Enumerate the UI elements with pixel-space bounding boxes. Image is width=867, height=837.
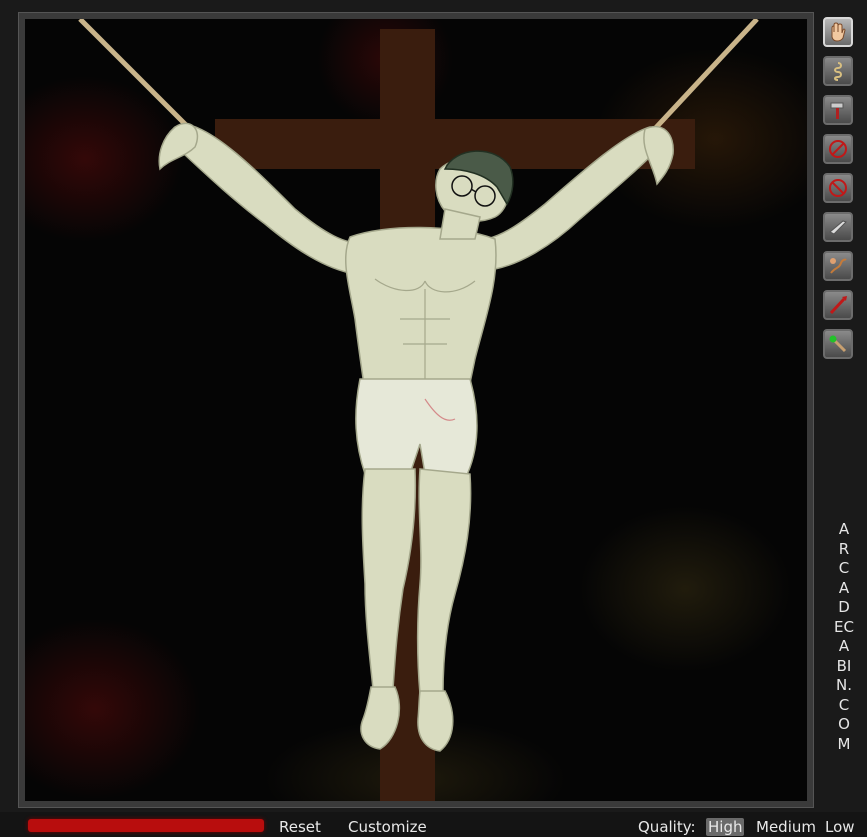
quality-medium-option[interactable]: Medium [756, 818, 816, 836]
tool-whip[interactable] [823, 251, 853, 281]
rope-coil-icon [834, 62, 842, 81]
tool-wand[interactable] [823, 329, 853, 359]
game-frame [18, 12, 814, 808]
no-spike-icon [829, 179, 847, 197]
magic-wand-icon [829, 335, 847, 353]
right-rope [648, 19, 759, 136]
reset-button[interactable]: Reset [279, 818, 321, 836]
whip-icon [830, 258, 847, 274]
tool-spike-disabled[interactable] [823, 173, 853, 203]
tool-hand[interactable] [823, 17, 853, 47]
tool-spear[interactable] [823, 290, 853, 320]
tool-panel [823, 17, 859, 368]
right-foot [417, 690, 454, 752]
tool-knife[interactable] [823, 212, 853, 242]
tool-hammer[interactable] [823, 95, 853, 125]
quality-label: Quality: [638, 818, 696, 836]
knife-icon [829, 220, 847, 235]
game-canvas[interactable] [25, 19, 807, 801]
no-nail-icon [829, 140, 847, 158]
red-spear-icon [829, 296, 847, 315]
sponsor-banner[interactable] [28, 819, 264, 832]
tool-nail-disabled[interactable] [823, 134, 853, 164]
site-watermark: ARCADECABIN.COM [834, 520, 854, 753]
hand-icon [831, 22, 846, 42]
right-leg [417, 468, 472, 695]
tool-rope[interactable] [823, 56, 853, 86]
scene-drawing [78, 19, 759, 801]
quality-low-option[interactable]: Low [825, 818, 855, 836]
customize-button[interactable]: Customize [348, 818, 427, 836]
bottom-bar: Reset Customize Quality: High Medium Low [0, 812, 867, 837]
left-rope [78, 19, 192, 131]
hammer-icon [830, 102, 844, 119]
quality-high-option[interactable]: High [706, 818, 745, 836]
right-hand [643, 125, 674, 186]
